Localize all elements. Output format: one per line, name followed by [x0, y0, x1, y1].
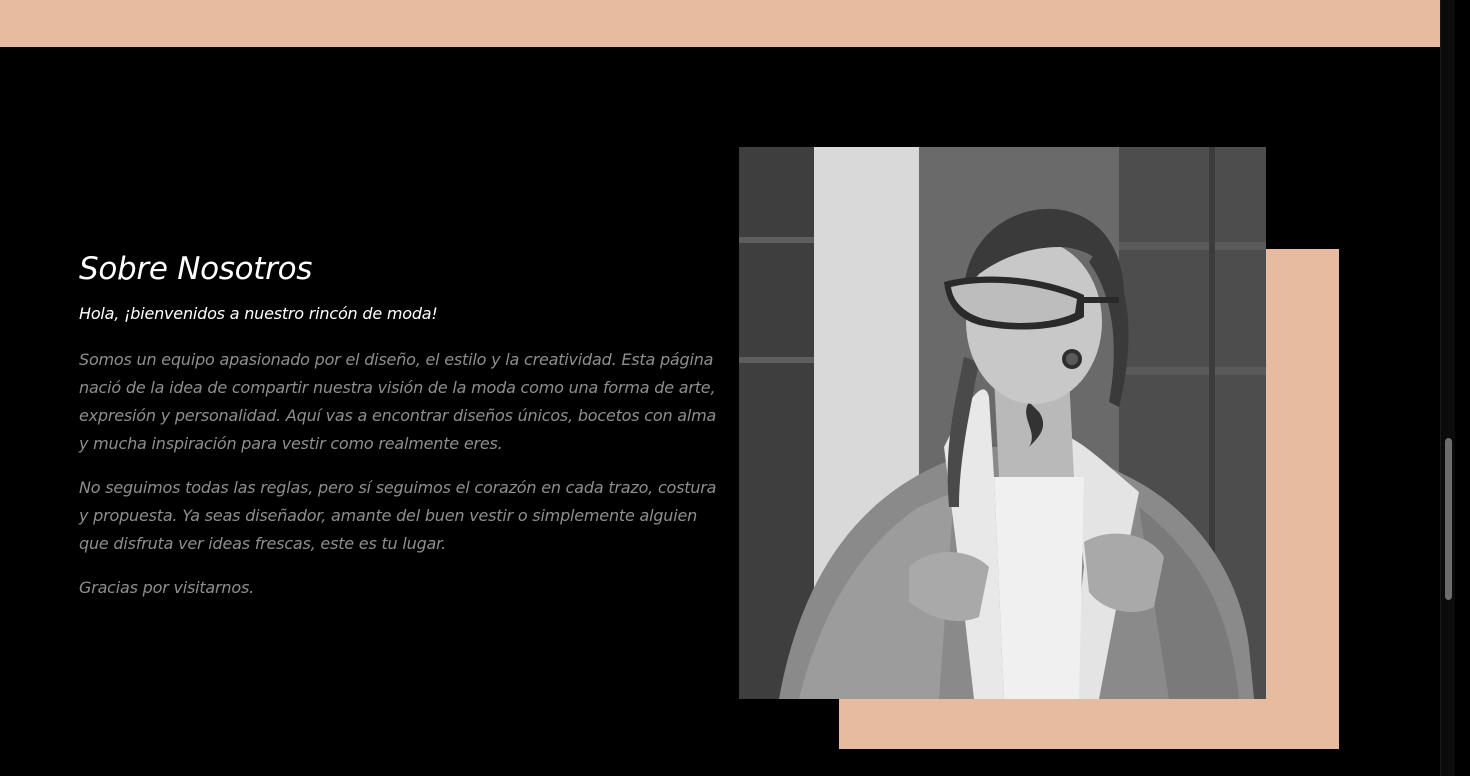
about-title: Sobre Nosotros	[79, 251, 313, 287]
vertical-scrollbar[interactable]	[1440, 0, 1455, 776]
about-paragraph-2: No seguimos todas las reglas, pero sí se…	[79, 478, 717, 553]
about-section: Sobre Nosotros Hola, ¡bienvenidos a nues…	[79, 250, 719, 602]
top-accent-band	[0, 0, 1455, 47]
about-subtitle: Hola, ¡bienvenidos a nuestro rincón de m…	[79, 304, 438, 323]
scrollbar-thumb[interactable]	[1445, 438, 1452, 600]
about-paragraph-1: Somos un equipo apasionado por el diseño…	[79, 350, 717, 453]
about-paragraph-3: Gracias por visitarnos.	[79, 578, 254, 597]
about-page: Sobre Nosotros Hola, ¡bienvenidos a nues…	[0, 0, 1455, 776]
fashion-model-photo	[739, 147, 1266, 699]
